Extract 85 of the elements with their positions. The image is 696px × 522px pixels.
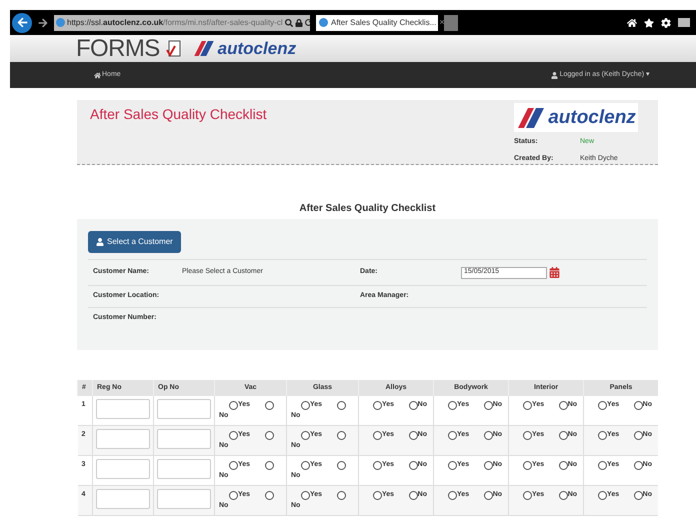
calendar-icon[interactable] — [549, 267, 560, 278]
forward-button[interactable] — [38, 18, 48, 28]
text-input[interactable] — [157, 459, 211, 479]
radio-button[interactable] — [265, 430, 274, 440]
section-title: After Sales Quality Checklist — [299, 203, 436, 214]
browser-globe-icon — [56, 18, 65, 27]
radio-button[interactable] — [523, 490, 532, 500]
radio-button[interactable] — [598, 490, 608, 500]
radio-button[interactable] — [408, 430, 418, 440]
radio-button[interactable] — [598, 400, 608, 410]
document-check-icon — [166, 40, 182, 58]
radio-button[interactable] — [448, 400, 458, 410]
radio-button[interactable] — [558, 400, 568, 410]
tab-title: After Sales Quality Checklis... — [331, 16, 436, 28]
radio-button[interactable] — [634, 490, 643, 500]
radio-button[interactable] — [301, 400, 310, 410]
radio-button[interactable] — [484, 430, 493, 440]
radio-button[interactable] — [301, 460, 310, 470]
brand-logo-text: autoclenz — [218, 40, 296, 57]
back-button[interactable] — [12, 12, 32, 32]
radio-button[interactable] — [484, 400, 493, 410]
radio-button[interactable] — [448, 430, 458, 440]
favorites-icon[interactable] — [644, 18, 654, 28]
refresh-icon[interactable] — [304, 19, 310, 26]
radio-button[interactable] — [448, 460, 458, 470]
search-icon[interactable] — [284, 18, 293, 26]
text-input[interactable] — [96, 489, 150, 509]
back-arrow-icon — [16, 17, 28, 28]
new-tab-button[interactable] — [444, 14, 458, 30]
text-input[interactable] — [157, 429, 211, 449]
radio-button[interactable] — [373, 490, 382, 500]
radio-button[interactable] — [634, 430, 643, 440]
radio-button[interactable] — [408, 490, 418, 500]
radio-button[interactable] — [523, 430, 532, 440]
radio-button[interactable] — [484, 460, 493, 470]
stripes-logo-icon — [516, 108, 546, 128]
radio-button[interactable] — [558, 430, 568, 440]
url-text: https://ssl.autoclenz.co.uk/forms/mi.nsf/after-sales-quality-cl — [67, 16, 283, 28]
radio-button[interactable] — [408, 460, 418, 470]
radio-button[interactable] — [265, 460, 274, 470]
user-icon — [550, 72, 558, 78]
radio-button[interactable] — [337, 400, 346, 410]
radio-button[interactable] — [373, 460, 382, 470]
lock-icon — [294, 18, 303, 26]
forms-logo: FORMS — [76, 36, 160, 60]
radio-button[interactable] — [229, 460, 238, 470]
radio-button[interactable] — [337, 430, 346, 440]
radio-button[interactable] — [229, 430, 238, 440]
radio-button[interactable] — [265, 490, 274, 500]
radio-button[interactable] — [448, 490, 458, 500]
form-title: After Sales Quality Checklist — [90, 105, 267, 124]
radio-button[interactable] — [337, 460, 346, 470]
radio-button[interactable] — [408, 400, 418, 410]
radio-button[interactable] — [301, 430, 310, 440]
radio-button[interactable] — [301, 490, 310, 500]
radio-button[interactable] — [558, 490, 568, 500]
text-input[interactable] — [96, 399, 150, 419]
radio-button[interactable] — [598, 460, 608, 470]
text-input[interactable] — [157, 399, 211, 419]
radio-button[interactable] — [598, 430, 608, 440]
radio-button[interactable] — [523, 400, 532, 410]
text-input[interactable] — [96, 459, 150, 479]
stripes-logo-icon — [192, 41, 216, 56]
radio-button[interactable] — [337, 490, 346, 500]
radio-button[interactable] — [523, 460, 532, 470]
home-icon[interactable] — [627, 18, 637, 28]
brand-logo-text: autoclenz — [548, 108, 636, 127]
home-icon — [94, 72, 101, 78]
select-customer-button[interactable]: Select a Customer — [88, 231, 181, 253]
radio-button[interactable] — [634, 460, 643, 470]
text-input[interactable] — [157, 489, 211, 509]
radio-button[interactable] — [373, 400, 382, 410]
radio-button[interactable] — [265, 400, 274, 410]
browser-globe-icon — [319, 18, 328, 27]
radio-button[interactable] — [558, 460, 568, 470]
radio-button[interactable] — [634, 400, 643, 410]
radio-button[interactable] — [484, 490, 493, 500]
user-icon — [96, 238, 104, 246]
text-input[interactable] — [96, 429, 150, 449]
radio-button[interactable] — [229, 400, 238, 410]
settings-icon[interactable] — [661, 18, 671, 28]
radio-button[interactable] — [373, 430, 382, 440]
close-icon[interactable]: × — [439, 16, 445, 30]
address-bar[interactable]: https://ssl.autoclenz.co.uk/forms/mi.nsf/after-sales-quality-cl — [54, 14, 310, 30]
radio-button[interactable] — [229, 490, 238, 500]
